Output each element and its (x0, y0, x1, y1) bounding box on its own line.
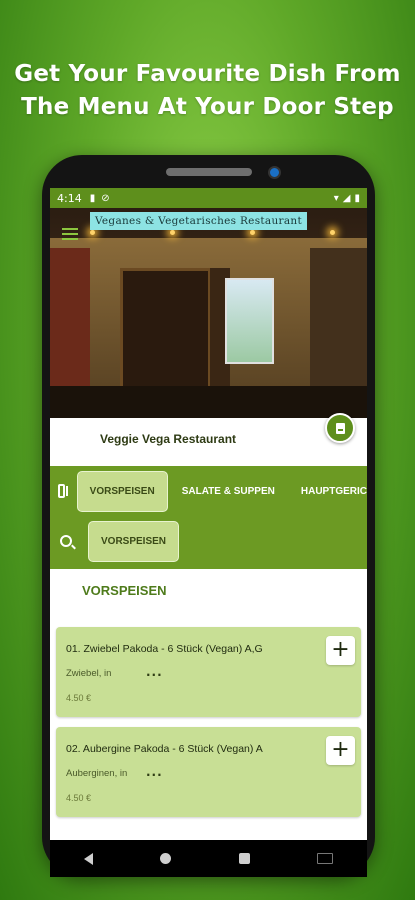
tab-vorspeisen[interactable]: VORSPEISEN (76, 470, 168, 512)
category-bar: VORSPEISEN SALATE & SUPPEN HAUPTGERIC VO… (50, 466, 367, 569)
more-dots-icon[interactable]: ... (146, 765, 163, 779)
list-item[interactable]: 02. Aubergine Pakoda - 6 Stück (Vegan) A… (56, 727, 361, 817)
section-title: VORSPEISEN (82, 583, 167, 598)
add-to-cart-button[interactable]: + (326, 736, 355, 765)
hero-light (330, 230, 335, 235)
document-icon (335, 422, 345, 434)
promo-line-1: Get Your Favourite Dish From (14, 61, 401, 87)
hero-right-panel (310, 248, 367, 408)
hero-poster (225, 278, 274, 364)
hero-floor (50, 386, 367, 418)
back-icon[interactable] (83, 852, 93, 865)
status-bar: 4:14 ▮ ⊘ ▾ ◢ ▮ (50, 188, 367, 208)
sd-card-icon: ▮ (89, 192, 96, 204)
menu-list: VORSPEISEN 01. Zwiebel Pakoda - 6 Stück … (50, 569, 367, 817)
status-icons: ▾ ◢ ▮ (334, 193, 360, 204)
search-icon[interactable] (60, 535, 72, 547)
promo-line-2: The Menu At Your Door Step (21, 94, 394, 120)
hamburger-menu-icon[interactable] (62, 228, 78, 240)
system-nav-bar (50, 840, 367, 877)
home-icon[interactable] (160, 853, 172, 864)
tab-hauptgerichte[interactable]: HAUPTGERIC (301, 486, 367, 497)
item-price: 4.50 € (66, 793, 92, 803)
more-dots-icon[interactable]: ... (146, 665, 163, 679)
keyboard-icon[interactable] (317, 853, 334, 864)
item-name: 01. Zwiebel Pakoda - 6 Stück (Vegan) A,G (66, 643, 263, 655)
menu-book-icon[interactable] (58, 484, 68, 498)
item-description: Zwiebel, in (66, 668, 112, 679)
menu-card-button[interactable] (325, 413, 355, 443)
restaurant-sign: Veganes & Vegetarisches Restaurant (90, 212, 307, 230)
restaurant-hero-image: Veganes & Vegetarisches Restaurant (50, 208, 367, 418)
front-camera (268, 166, 281, 179)
category-tabs: VORSPEISEN SALATE & SUPPEN HAUPTGERIC (50, 466, 367, 516)
recent-apps-icon[interactable] (238, 853, 250, 864)
tab-salate-suppen[interactable]: SALATE & SUPPEN (182, 486, 275, 497)
signal-icon: ◢ (342, 192, 351, 204)
search-category-chip[interactable]: VORSPEISEN (88, 520, 180, 562)
add-to-cart-button[interactable]: + (326, 636, 355, 665)
promo-headline: Get Your Favourite Dish From The Menu At… (0, 58, 415, 124)
hero-door (120, 268, 211, 394)
no-disturb-icon: ⊘ (101, 192, 110, 204)
item-description: Auberginen, in (66, 768, 128, 779)
battery-icon: ▮ (354, 192, 360, 204)
restaurant-name-bar: Veggie Vega Restaurant (50, 413, 367, 466)
hero-left-panel (50, 248, 90, 408)
hero-light (170, 230, 175, 235)
hero-light (250, 230, 255, 235)
item-price: 4.50 € (66, 693, 92, 703)
hero-light (90, 230, 95, 235)
phone-frame: 4:14 ▮ ⊘ ▾ ◢ ▮ Veganes & Vegetarisches R… (42, 155, 375, 877)
app-screen: 4:14 ▮ ⊘ ▾ ◢ ▮ Veganes & Vegetarisches R… (50, 188, 367, 840)
list-item[interactable]: 01. Zwiebel Pakoda - 6 Stück (Vegan) A,G… (56, 627, 361, 717)
wifi-icon: ▾ (333, 192, 339, 204)
status-time: 4:14 (57, 191, 82, 205)
item-name: 02. Aubergine Pakoda - 6 Stück (Vegan) A (66, 743, 263, 755)
speaker-grille (166, 168, 252, 176)
search-row: VORSPEISEN (50, 518, 367, 564)
restaurant-name: Veggie Vega Restaurant (100, 432, 237, 446)
